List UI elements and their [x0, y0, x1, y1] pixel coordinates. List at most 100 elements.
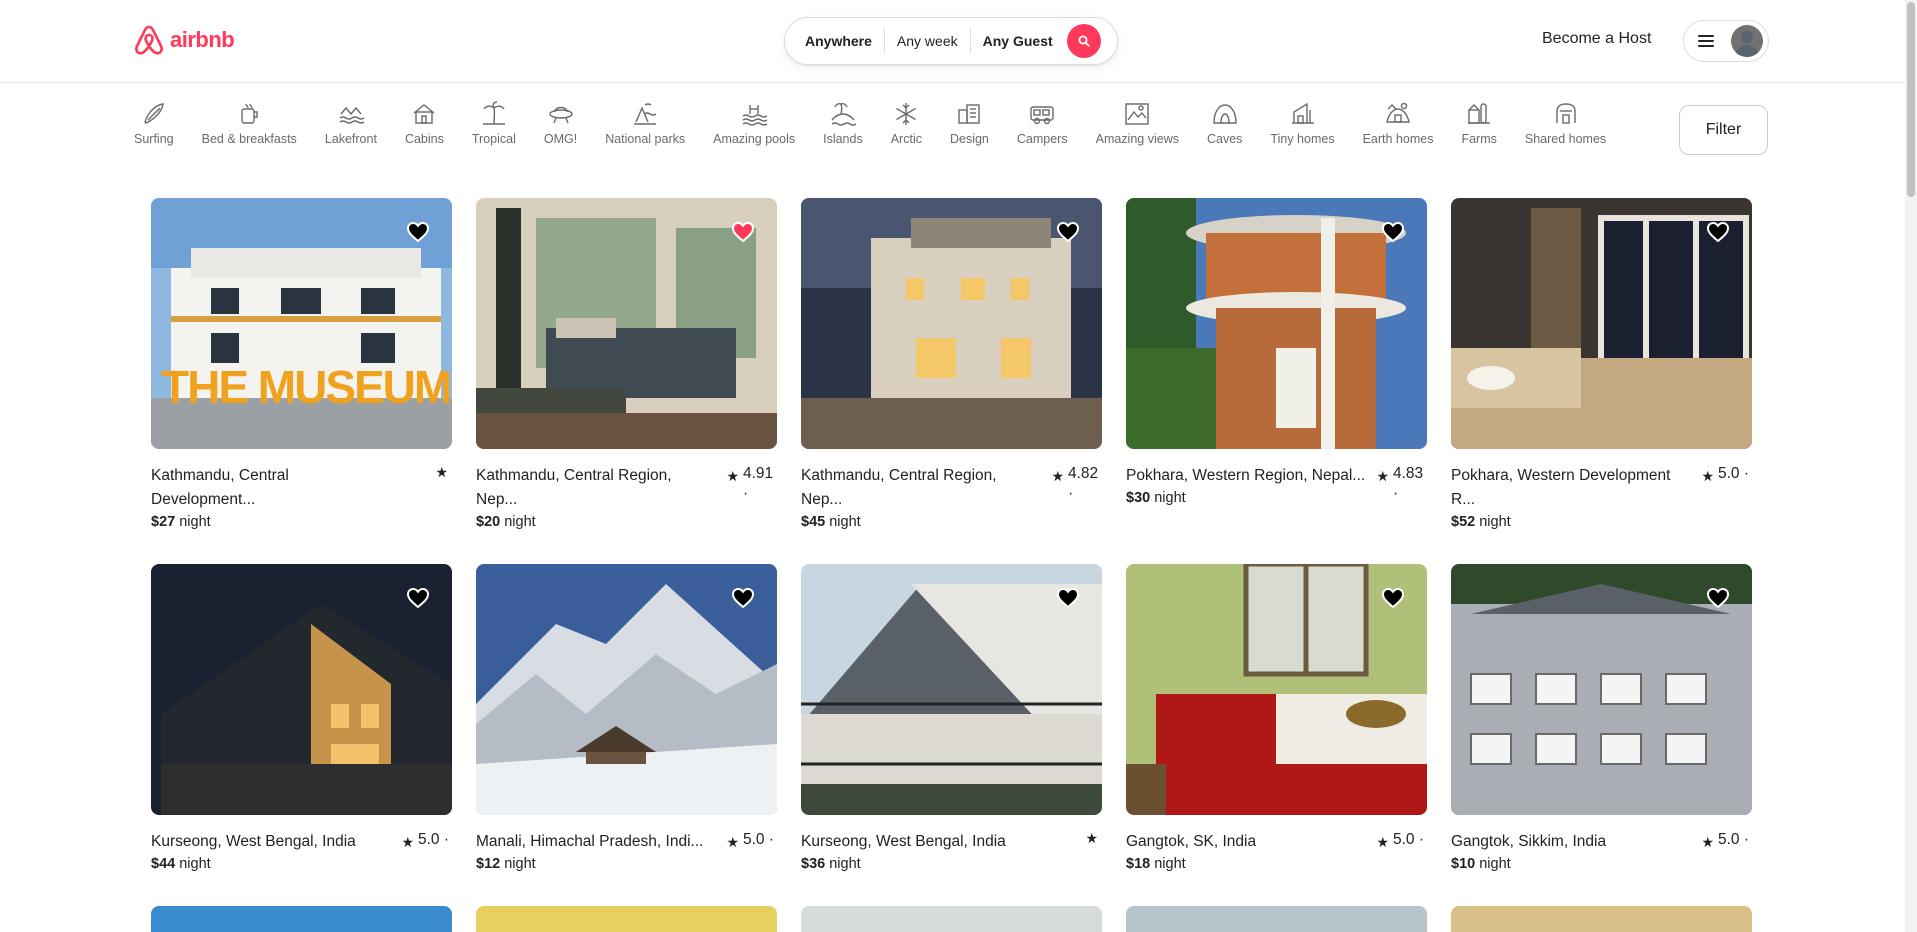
when-filter[interactable]: Any week	[885, 29, 970, 53]
heart-icon[interactable]	[731, 586, 755, 610]
category-amazing-views[interactable]: Amazing views	[1096, 100, 1179, 160]
ufo-icon	[547, 100, 575, 128]
listing-price: $18 night	[1126, 856, 1427, 872]
listing-price: $12 night	[476, 856, 777, 872]
heart-icon[interactable]	[1706, 220, 1730, 244]
listing-price: $45 night	[801, 514, 1102, 530]
category-amazing-pools[interactable]: Amazing pools	[713, 100, 795, 160]
listing-card[interactable]: Kathmandu, Central Region, Nep... ★ 4.82 ·…	[801, 198, 1102, 530]
listing-card[interactable]: Kurseong, West Bengal, India ★ $36 night	[801, 564, 1102, 872]
svg-text:THE MUSEUM: THE MUSEUM	[161, 361, 450, 413]
category-caves[interactable]: Caves	[1207, 100, 1242, 160]
listing-card[interactable]: Pokhara, Western Region, Nepal... ★ 4.83 ·…	[1126, 198, 1427, 506]
listing-location: Kathmandu, Central Region, Nep...	[476, 467, 672, 508]
scrollbar-thumb[interactable]	[1907, 2, 1915, 197]
listing-card[interactable]: Kurseong, West Bengal, India ★ 5.0 · $44 ni…	[151, 564, 452, 872]
listing-photo[interactable]	[1451, 906, 1752, 932]
category-tropical[interactable]: Tropical	[472, 100, 516, 160]
category-label: Arctic	[890, 132, 922, 146]
category-lakefront[interactable]: Lakefront	[325, 100, 377, 160]
heart-icon[interactable]	[1381, 220, 1405, 244]
listing-info: Kathmandu, Central Development... ★ $27 ni…	[151, 464, 452, 530]
price-suffix: night	[829, 856, 861, 872]
category-farms[interactable]: Farms	[1461, 100, 1497, 160]
rating-value: 4.91 ·	[743, 465, 774, 502]
filter-button[interactable]: Filter	[1679, 105, 1768, 155]
rating-value: 4.83 ·	[1393, 465, 1424, 502]
category-omg[interactable]: OMG!	[544, 100, 577, 160]
category-label: Caves	[1206, 132, 1243, 146]
palm-tree-icon	[480, 100, 508, 128]
category-surfing[interactable]: Surfing	[134, 100, 174, 160]
heart-icon[interactable]	[406, 220, 430, 244]
category-design[interactable]: Design	[950, 100, 989, 160]
heart-icon[interactable]	[1381, 586, 1405, 610]
airbnb-logo[interactable]: airbnb	[134, 24, 235, 56]
listing-photo[interactable]	[1126, 198, 1427, 449]
guest-filter[interactable]: Any Guest	[971, 29, 1065, 53]
star-icon: ★	[435, 464, 448, 480]
category-label: Bed & breakfasts	[201, 132, 297, 146]
listing-photo[interactable]	[476, 198, 777, 449]
heart-icon[interactable]	[1056, 220, 1080, 244]
price-amount: $12	[476, 856, 501, 872]
listing-photo[interactable]	[801, 564, 1102, 815]
listing-card[interactable]: Manali, Himachal Pradesh, Indi... ★ 5.0 · $…	[476, 564, 777, 872]
listing-photo[interactable]	[151, 906, 452, 932]
rating-value: 5.0 ·	[1718, 465, 1750, 482]
heart-icon[interactable]	[731, 220, 755, 244]
price-amount: $36	[801, 856, 826, 872]
price-amount: $45	[801, 514, 826, 530]
heart-icon[interactable]	[406, 586, 430, 610]
listing-photo[interactable]	[1451, 564, 1752, 815]
listing-card[interactable]: Pokhara, Western Development R... ★ 5.0 · $…	[1451, 198, 1752, 530]
view-icon	[1123, 100, 1151, 128]
listing-card[interactable]: Gangtok, Sikkim, India ★ 5.0 · $10 night	[1451, 564, 1752, 872]
category-label: Design	[949, 132, 989, 146]
national-park-icon	[631, 100, 659, 128]
listing-photo[interactable]	[476, 906, 777, 932]
listing-photo[interactable]	[801, 906, 1102, 932]
cave-icon	[1211, 100, 1239, 128]
page-scrollbar[interactable]	[1905, 0, 1917, 932]
category-islands[interactable]: Islands	[823, 100, 863, 160]
rating-value: 5.0 ·	[1393, 831, 1425, 848]
listing-photo[interactable]: THE MUSEUM	[151, 198, 452, 449]
listing-price: $36 night	[801, 856, 1102, 872]
category-national-parks[interactable]: National parks	[605, 100, 685, 160]
airbnb-logo-icon	[134, 24, 164, 56]
price-suffix: night	[1479, 856, 1511, 872]
category-label: Surfing	[134, 132, 174, 146]
listing-location: Pokhara, Western Development R...	[1451, 467, 1671, 508]
listing-photo[interactable]	[1126, 564, 1427, 815]
user-menu-button[interactable]	[1683, 20, 1769, 62]
category-arctic[interactable]: Arctic	[891, 100, 922, 160]
price-amount: $20	[476, 514, 501, 530]
become-host-link[interactable]: Become a Host	[1542, 30, 1651, 48]
price-suffix: night	[179, 514, 211, 530]
category-bed-breakfasts[interactable]: Bed & breakfasts	[202, 100, 297, 160]
listing-info: Gangtok, SK, India ★ 5.0 · $18 night	[1126, 830, 1427, 872]
search-bar[interactable]: Anywhere Any week Any Guest	[784, 17, 1118, 65]
listing-photo[interactable]	[1126, 906, 1427, 932]
listing-card[interactable]: Gangtok, SK, India ★ 5.0 · $18 night	[1126, 564, 1427, 872]
category-cabins[interactable]: Cabins	[405, 100, 444, 160]
category-earth-homes[interactable]: Earth homes	[1363, 100, 1433, 160]
listing-card[interactable]: THE MUSEUM Kathmandu, Central Development…	[151, 198, 452, 530]
search-button[interactable]	[1066, 24, 1101, 58]
heart-icon[interactable]	[1056, 586, 1080, 610]
island-icon	[829, 100, 857, 128]
category-label: Tropical	[471, 132, 516, 146]
category-tiny-homes[interactable]: Tiny homes	[1270, 100, 1335, 160]
heart-icon[interactable]	[1706, 586, 1730, 610]
listing-photo[interactable]	[151, 564, 452, 815]
category-campers[interactable]: Campers	[1017, 100, 1068, 160]
listing-photo[interactable]	[1451, 198, 1752, 449]
listing-photo[interactable]	[801, 198, 1102, 449]
category-shared-homes[interactable]: Shared homes	[1525, 100, 1606, 160]
listing-info: Pokhara, Western Development R... ★ 5.0 · $…	[1451, 464, 1752, 530]
where-filter[interactable]: Anywhere	[805, 29, 884, 53]
listing-photo[interactable]	[476, 564, 777, 815]
listing-card[interactable]: Kathmandu, Central Region, Nep... ★ 4.91 ·…	[476, 198, 777, 530]
listing-rating: ★ 4.91 ·	[726, 464, 777, 504]
